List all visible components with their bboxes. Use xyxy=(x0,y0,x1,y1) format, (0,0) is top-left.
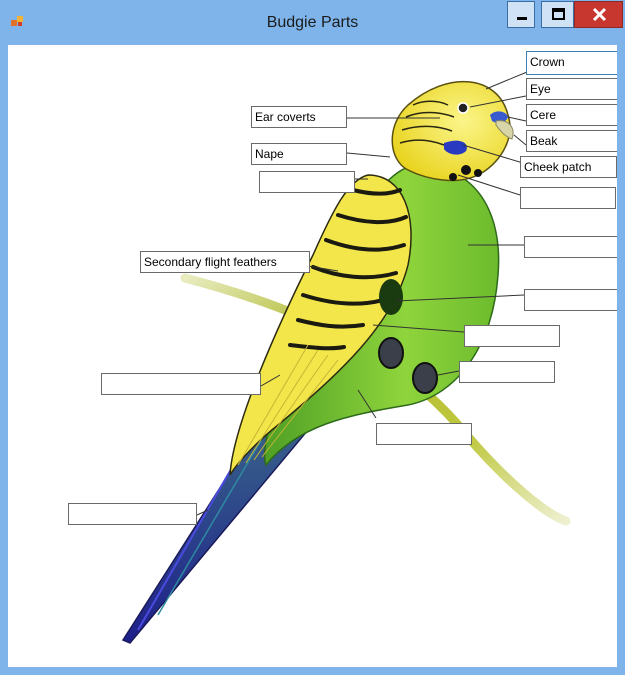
label-blank-2[interactable] xyxy=(520,187,616,209)
label-blank-7[interactable] xyxy=(101,373,261,395)
label-blank-1[interactable] xyxy=(259,171,355,193)
minimize-button[interactable] xyxy=(507,1,535,28)
close-button[interactable] xyxy=(574,1,623,28)
label-eye[interactable]: Eye xyxy=(526,78,617,100)
label-cheek-patch[interactable]: Cheek patch xyxy=(520,156,617,178)
label-blank-8[interactable] xyxy=(376,423,472,445)
maximize-button[interactable] xyxy=(541,1,574,28)
foot xyxy=(378,337,404,369)
label-blank-4[interactable] xyxy=(524,289,617,311)
label-beak[interactable]: Beak xyxy=(526,130,617,152)
client-area: Crown Eye Cere Beak Cheek patch Ear cove… xyxy=(8,45,617,667)
app-window: Budgie Parts Crown Eye Cere Beak Cheek p… xyxy=(0,0,625,675)
label-nape[interactable]: Nape xyxy=(251,143,347,165)
label-blank-5[interactable] xyxy=(464,325,560,347)
label-ear-coverts[interactable]: Ear coverts xyxy=(251,106,347,128)
label-blank-6[interactable] xyxy=(459,361,555,383)
label-blank-9[interactable] xyxy=(68,503,197,525)
minimize-icon xyxy=(517,17,527,20)
label-cere[interactable]: Cere xyxy=(526,104,617,126)
label-blank-3[interactable] xyxy=(524,236,617,258)
title-bar[interactable]: Budgie Parts xyxy=(0,0,625,45)
label-secondary-flight-feathers[interactable]: Secondary flight feathers xyxy=(140,251,310,273)
close-icon xyxy=(592,7,607,22)
label-crown[interactable]: Crown xyxy=(526,51,617,75)
foot xyxy=(412,362,438,394)
eye xyxy=(457,102,469,114)
